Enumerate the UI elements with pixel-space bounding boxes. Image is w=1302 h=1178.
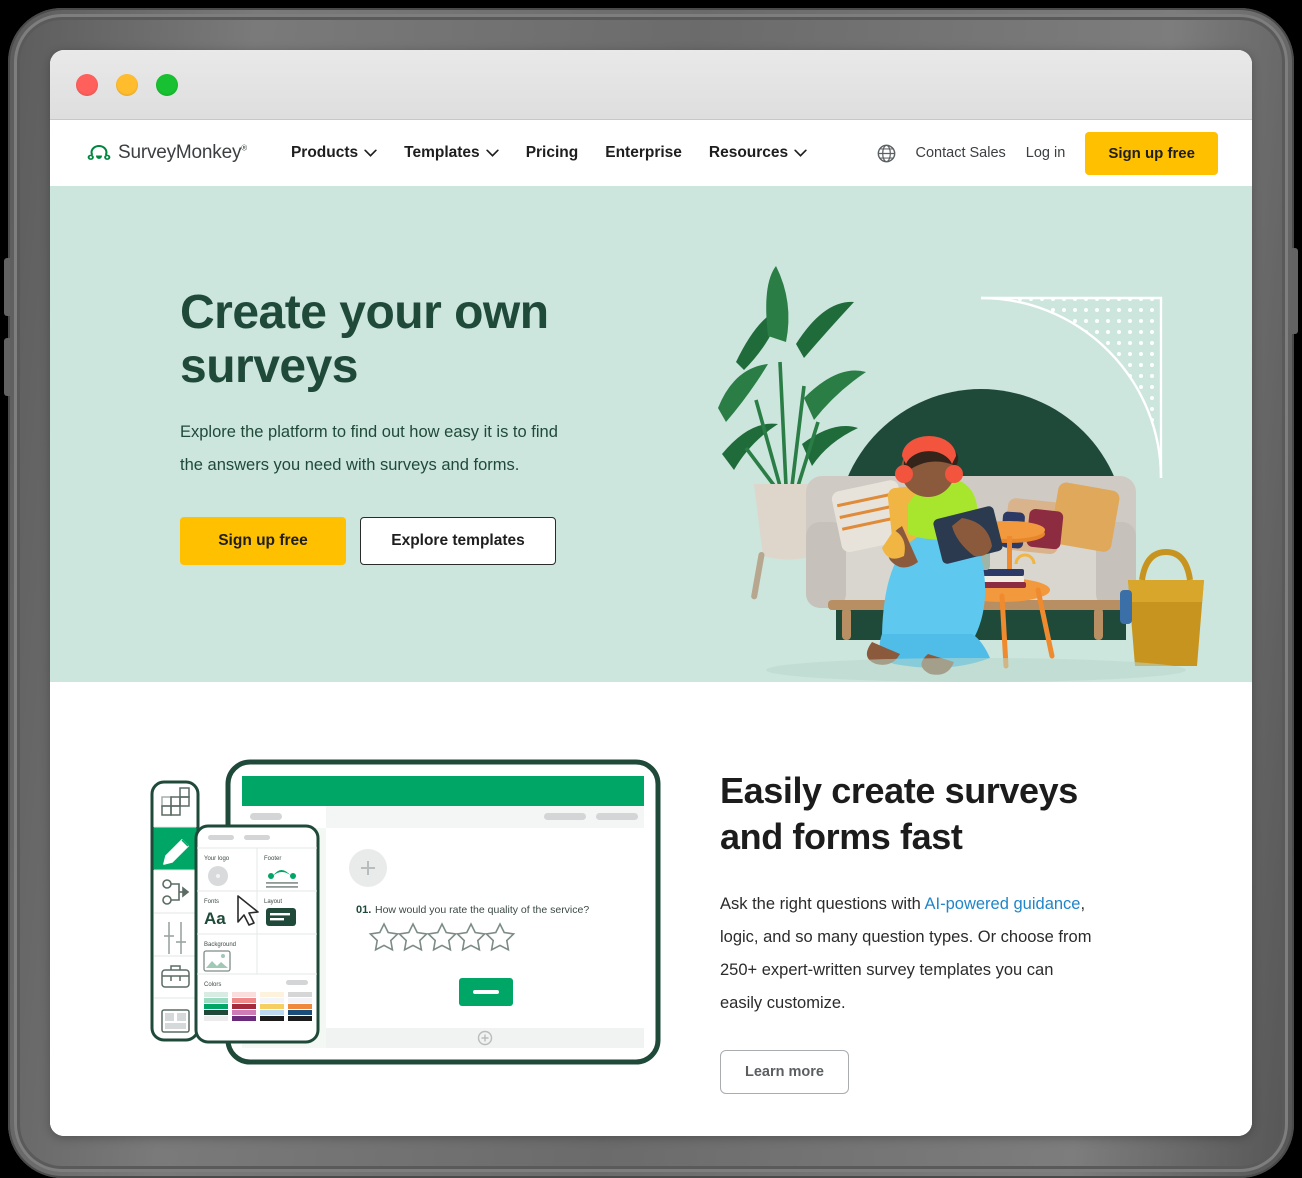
sign-up-free-button[interactable]: Sign up free bbox=[1085, 131, 1218, 175]
nav-item-pricing[interactable]: Pricing bbox=[526, 144, 579, 162]
nav-item-products[interactable]: Products bbox=[291, 144, 377, 162]
device-frame: SurveyMonkey® Products Templates Pricing bbox=[4, 8, 1298, 1178]
panel-label-your-logo: Your logo bbox=[204, 856, 230, 862]
builder-toolbar bbox=[150, 780, 200, 1042]
site-navbar: SurveyMonkey® Products Templates Pricing bbox=[50, 120, 1252, 186]
device-power-button[interactable] bbox=[1292, 248, 1298, 334]
hero-sign-up-free-button[interactable]: Sign up free bbox=[180, 516, 346, 565]
chevron-down-icon bbox=[794, 149, 807, 157]
primary-nav: Products Templates Pricing Enterprise Re… bbox=[291, 144, 807, 162]
log-in-link[interactable]: Log in bbox=[1026, 145, 1066, 161]
maximize-window-button[interactable] bbox=[156, 73, 178, 96]
nav-item-resources[interactable]: Resources bbox=[709, 144, 807, 162]
nav-label: Templates bbox=[404, 144, 480, 161]
feature-section: 01. How would you rate the quality of th… bbox=[50, 682, 1252, 1136]
hero-title: Create your own surveys bbox=[180, 286, 549, 394]
page-viewport: SurveyMonkey® Products Templates Pricing bbox=[50, 120, 1252, 1136]
feature-body-before: Ask the right questions with bbox=[720, 895, 925, 914]
ai-powered-guidance-link[interactable]: AI-powered guidance bbox=[925, 895, 1081, 913]
question-number: 01. bbox=[356, 904, 371, 916]
nav-label: Resources bbox=[708, 144, 789, 161]
browser-titlebar bbox=[50, 50, 1252, 120]
panel-label-fonts: Fonts bbox=[204, 899, 219, 905]
minimize-window-button[interactable] bbox=[116, 73, 138, 96]
feature-body: Ask the right questions with AI-powered … bbox=[720, 888, 1092, 1020]
nav-label: Pricing bbox=[525, 144, 579, 161]
browser-window: SurveyMonkey® Products Templates Pricing bbox=[50, 50, 1252, 1136]
question-text: How would you rate the quality of the se… bbox=[375, 904, 589, 916]
hero-explore-templates-button[interactable]: Explore templates bbox=[360, 516, 556, 565]
globe-icon[interactable] bbox=[877, 144, 896, 163]
builder-graphic: 01. How would you rate the quality of th… bbox=[150, 759, 661, 1065]
panel-label-footer: Footer bbox=[264, 856, 281, 862]
hero-illustration bbox=[718, 266, 1204, 682]
panel-label-colors: Colors bbox=[204, 982, 221, 988]
device-volume-up-button[interactable] bbox=[4, 258, 10, 316]
hero-subtitle: Explore the platform to find out how eas… bbox=[180, 423, 558, 474]
brand-wordmark: SurveyMonkey® bbox=[118, 142, 247, 163]
feature-title: Easily create surveys and forms fast bbox=[720, 770, 1078, 858]
feature-copy: Easily create surveys and forms fast Ask… bbox=[720, 746, 1190, 1136]
close-window-button[interactable] bbox=[76, 73, 98, 96]
nav-item-enterprise[interactable]: Enterprise bbox=[605, 144, 682, 162]
chevron-down-icon bbox=[486, 149, 499, 157]
hero-section: Create your own surveys Explore the plat… bbox=[50, 186, 1252, 682]
learn-more-button[interactable]: Learn more bbox=[720, 1050, 849, 1095]
device-volume-down-button[interactable] bbox=[4, 338, 10, 396]
survey-builder-illustration: 01. How would you rate the quality of th… bbox=[50, 746, 720, 1136]
surveymonkey-logo[interactable]: SurveyMonkey® bbox=[86, 142, 247, 164]
hero-copy: Create your own surveys Explore the plat… bbox=[50, 186, 570, 682]
panel-font-sample: Aa bbox=[204, 909, 226, 928]
panel-label-background: Background bbox=[204, 942, 236, 948]
chevron-down-icon bbox=[364, 149, 377, 157]
builder-header-bar bbox=[242, 776, 644, 806]
secondary-nav: Contact Sales Log in Sign up free bbox=[877, 131, 1218, 175]
hero-cta-group: Sign up free Explore templates bbox=[180, 516, 570, 565]
monkey-logo-icon bbox=[87, 145, 111, 160]
nav-label: Enterprise bbox=[605, 144, 682, 161]
panel-label-layout: Layout bbox=[264, 899, 282, 905]
contact-sales-link[interactable]: Contact Sales bbox=[916, 145, 1006, 161]
design-panel: Your logo Footer Fonts Aa Layout Backgro… bbox=[194, 824, 320, 1044]
nav-item-templates[interactable]: Templates bbox=[404, 144, 499, 162]
nav-label: Products bbox=[290, 144, 359, 161]
